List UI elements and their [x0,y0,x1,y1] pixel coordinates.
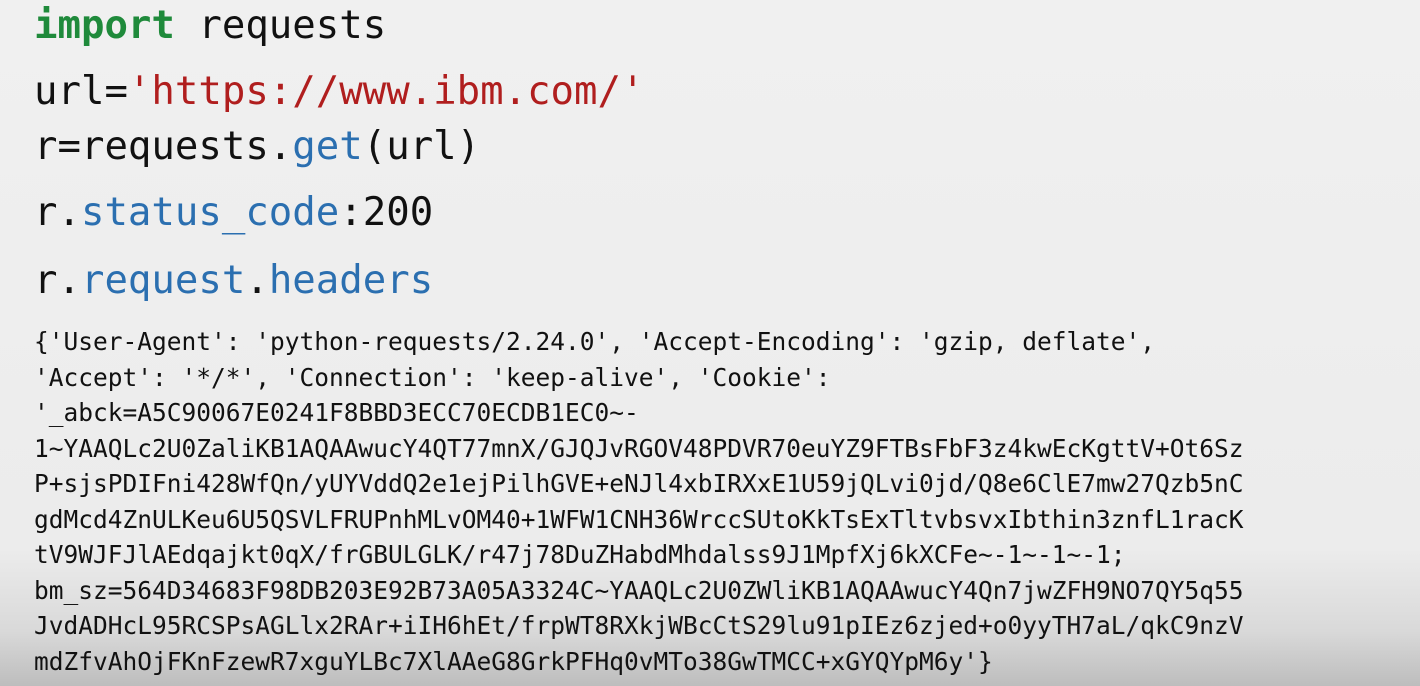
headers-attr: headers [268,258,434,303]
request-assignment: r=requests. [34,124,293,169]
output-line: tV9WJFJlAEdqajkt0qX/frGBULGLK/r47j78DuZH… [34,540,1126,569]
output-line: mdZfvAhOjFKnFzewR7xguYLBc7XlAAeG8GrkPFHq… [34,646,993,676]
output-line: bm_sz=564D34683F98DB203E92B73A05A3324C~Y… [34,575,1244,605]
module-name: requests [174,3,387,48]
code-line-import: import requests [34,4,386,48]
get-method: get [292,124,363,169]
output-line: P+sjsPDIFni428WfQn/yUYVddQ2e1ejPilhGVE+e… [34,469,1244,498]
url-string: 'https://www.ibm.com/' [127,69,645,114]
code-line-get: r=requests.get(url) [34,125,480,169]
output-line: {'User-Agent': 'python-requests/2.24.0',… [34,327,1156,356]
output-line: '_abck=A5C90067E0241F8BBD3ECC70ECDB1EC0~… [34,398,639,427]
status-object: r. [34,190,81,235]
get-arguments: (url) [362,124,481,169]
output-line: JvdADHcL95RCSPsAGLlx2RAr+iIH6hEt/frpWT8R… [34,611,1244,640]
attr-dot: . [245,258,269,303]
output-line: 1~YAAQLc2U0ZaliKB1AQAAwucY4QT77mnX/GJQJv… [34,433,1244,463]
status-value: :200 [339,190,434,235]
code-line-headers: r.request.headers [34,259,433,303]
code-line-status: r.status_code:200 [34,191,433,235]
code-slide: import requests url='https://www.ibm.com… [0,0,1420,686]
headers-object: r. [34,258,81,303]
output-line: gdMcd4ZnULKeu6U5QSVLFRUPnhMLvOM40+1WFW1C… [34,504,1244,534]
output-line: 'Accept': '*/*', 'Connection': 'keep-ali… [34,362,831,392]
request-attr: request [80,258,246,303]
import-keyword: import [34,3,175,48]
headers-output: {'User-Agent': 'python-requests/2.24.0',… [34,324,1384,679]
url-assignment: url= [34,69,128,114]
code-line-url: url='https://www.ibm.com/' [34,70,644,114]
status-code-attr: status_code [80,190,340,235]
